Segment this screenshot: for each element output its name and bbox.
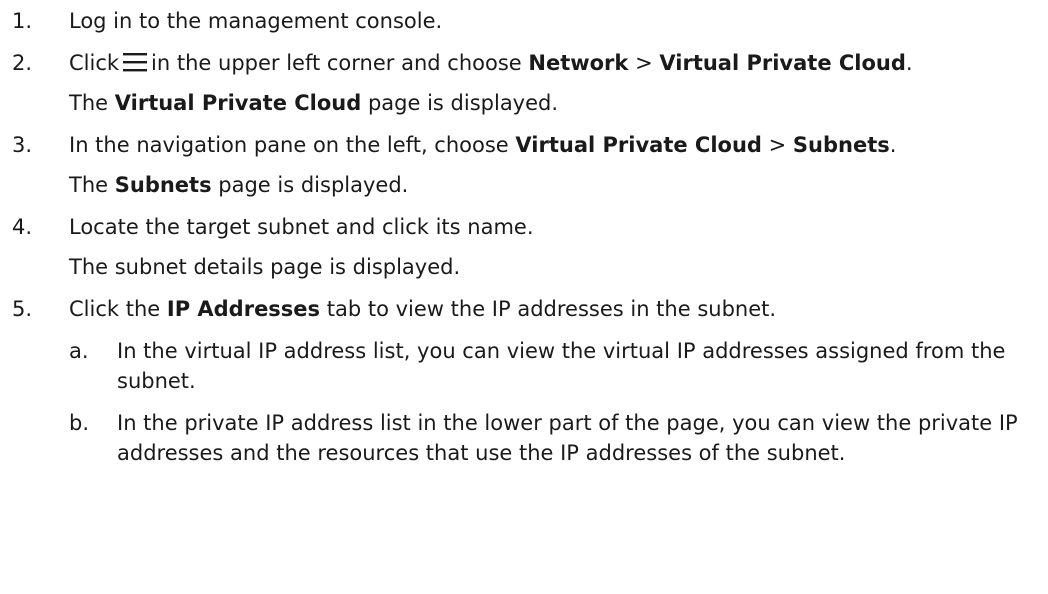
step-text: Click the IP Addresses tab to view the I… xyxy=(69,297,777,321)
step-number: 2. xyxy=(12,51,33,75)
step-text: Locate the target subnet and click its n… xyxy=(69,215,534,239)
step-note: The Virtual Private Cloud page is displa… xyxy=(69,91,559,115)
step-note: The subnet details page is displayed. xyxy=(69,255,461,279)
substep-a: a. In the virtual IP address list, you c… xyxy=(0,336,1048,396)
step-text: In the navigation pane on the left, choo… xyxy=(69,133,897,157)
substep-letter: a. xyxy=(69,339,89,363)
substep-text: In the virtual IP address list, you can … xyxy=(117,339,1006,393)
step-text: Log in to the management console. xyxy=(69,9,443,33)
step-number: 4. xyxy=(12,215,33,239)
substep-b: b. In the private IP address list in the… xyxy=(0,408,1048,468)
step-number: 3. xyxy=(12,133,33,157)
step-1: 1. Log in to the management console. xyxy=(0,6,1048,36)
step-4: 4. Locate the target subnet and click it… xyxy=(0,212,1048,282)
menu-icon xyxy=(123,51,148,73)
substep-letter: b. xyxy=(69,411,90,435)
step-number: 5. xyxy=(12,297,33,321)
substep-text: In the private IP address list in the lo… xyxy=(117,411,1018,465)
step-note: The Subnets page is displayed. xyxy=(69,173,409,197)
step-text: Click in the upper left corner and choose… xyxy=(69,51,913,75)
step-5: 5. Click the IP Addresses tab to view th… xyxy=(0,294,1048,324)
step-2: 2. Click in the upper left corner and cho… xyxy=(0,48,1048,118)
step-3: 3. In the navigation pane on the left, c… xyxy=(0,130,1048,200)
step-number: 1. xyxy=(12,9,33,33)
procedure-document: 1. Log in to the management console. 2. … xyxy=(0,0,1048,468)
